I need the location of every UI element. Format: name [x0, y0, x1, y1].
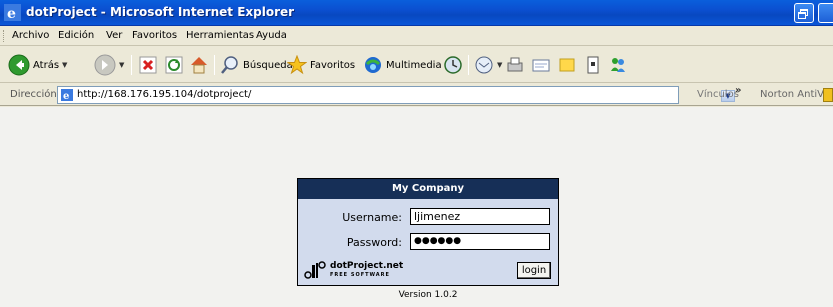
- research-button[interactable]: [583, 53, 603, 77]
- address-url: http://168.176.195.104/dotproject/: [77, 89, 252, 100]
- internet-explorer-icon: e: [4, 4, 21, 21]
- multimedia-button[interactable]: Multimedia: [363, 53, 442, 77]
- address-label: Dirección: [10, 89, 57, 100]
- mail-icon: [475, 56, 493, 74]
- back-arrow-icon: [8, 54, 30, 76]
- restore-window-button[interactable]: [794, 3, 814, 23]
- research-icon: [587, 56, 599, 74]
- messenger-button[interactable]: [608, 53, 628, 77]
- window-title: dotProject - Microsoft Internet Explorer: [26, 5, 295, 19]
- address-input[interactable]: e http://168.176.195.104/dotproject/ ▼: [57, 86, 735, 104]
- edit-button[interactable]: [531, 53, 551, 77]
- back-label: Atrás: [33, 59, 60, 71]
- norton-icon[interactable]: [823, 88, 833, 102]
- forward-arrow-icon: [94, 54, 116, 76]
- home-icon: [191, 57, 207, 74]
- mail-button[interactable]: ▼: [474, 53, 502, 77]
- favorites-label: Favoritos: [310, 59, 356, 71]
- menu-archivo[interactable]: Archivo: [12, 30, 49, 41]
- logo-title: dotProject.net: [330, 261, 404, 271]
- search-label: Búsqueda: [243, 59, 293, 71]
- company-name: My Company: [298, 179, 558, 199]
- multimedia-label: Multimedia: [386, 59, 442, 71]
- back-dropdown-icon[interactable]: ▼: [62, 61, 67, 69]
- menu-bar: Archivo Edición Ver Favoritos Herramient…: [0, 26, 833, 46]
- print-icon: [507, 57, 523, 72]
- close-window-button[interactable]: [818, 3, 833, 23]
- search-button[interactable]: Búsqueda: [220, 53, 293, 77]
- home-button[interactable]: [188, 53, 210, 77]
- discuss-button[interactable]: [557, 53, 577, 77]
- forward-dropdown-icon[interactable]: ▼: [119, 61, 124, 69]
- menu-edicion[interactable]: Edición: [58, 30, 94, 41]
- back-button[interactable]: Atrás ▼: [8, 53, 67, 77]
- logo-subtitle: FREE SOFTWARE: [330, 272, 390, 278]
- multimedia-icon: [365, 57, 381, 73]
- address-bar: Dirección e http://168.176.195.104/dotpr…: [0, 84, 833, 106]
- version-text: Version 1.0.2: [398, 290, 458, 300]
- menu-ver[interactable]: Ver: [106, 30, 122, 41]
- username-input[interactable]: ljimenez: [410, 208, 550, 225]
- menu-favoritos[interactable]: Favoritos: [132, 30, 177, 41]
- window-title-bar[interactable]: e dotProject - Microsoft Internet Explor…: [0, 0, 833, 26]
- favorites-star-icon: [287, 55, 307, 75]
- history-icon: [444, 56, 462, 74]
- standard-toolbar: Atrás ▼ ▼ Búsqueda Favoritos Multimedia …: [0, 47, 833, 83]
- login-button[interactable]: login: [517, 262, 551, 279]
- password-input[interactable]: ●●●●●●: [410, 233, 550, 250]
- menu-herramientas[interactable]: Herramientas: [186, 30, 254, 41]
- folder-icon: [559, 58, 575, 72]
- favorites-button[interactable]: Favoritos: [287, 53, 355, 77]
- history-button[interactable]: [443, 53, 463, 77]
- edit-page-icon: [532, 59, 550, 72]
- refresh-button[interactable]: [164, 53, 184, 77]
- menu-ayuda[interactable]: Ayuda: [256, 30, 287, 41]
- search-icon: [221, 56, 238, 74]
- forward-button[interactable]: ▼: [94, 53, 124, 77]
- refresh-icon: [165, 56, 183, 74]
- svg-text:e: e: [63, 91, 69, 102]
- username-label: Username:: [342, 211, 402, 224]
- mail-dropdown-icon[interactable]: ▼: [497, 61, 502, 69]
- password-label: Password:: [346, 236, 402, 249]
- messenger-icon: [611, 58, 625, 72]
- stop-icon: [139, 56, 157, 74]
- page-icon: e: [61, 89, 73, 102]
- menu-grip: [3, 30, 6, 42]
- links-chevron-icon[interactable]: »: [735, 85, 741, 96]
- stop-button[interactable]: [138, 53, 158, 77]
- svg-text:e: e: [7, 6, 16, 21]
- login-form: My Company Username: ljimenez Password: …: [297, 178, 559, 286]
- page-content: My Company Username: ljimenez Password: …: [0, 107, 833, 307]
- print-button[interactable]: [505, 53, 525, 77]
- links-label[interactable]: Vínculos: [697, 89, 739, 100]
- dotproject-logo-icon: [304, 261, 326, 279]
